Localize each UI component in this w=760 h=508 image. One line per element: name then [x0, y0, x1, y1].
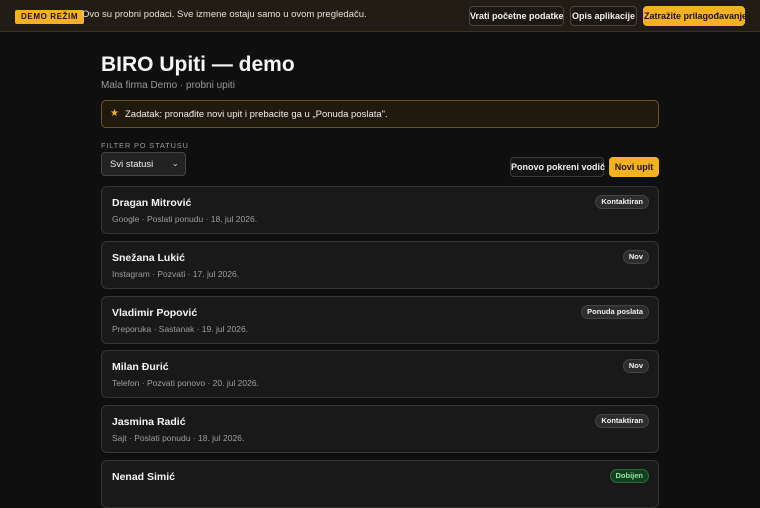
demo-mode-badge: DEMO REŽIM — [15, 10, 85, 24]
filter-label: FILTER PO STATUSU — [101, 141, 189, 150]
about-app-button[interactable]: Opis aplikacije — [570, 6, 637, 26]
star-icon: ★ — [110, 108, 119, 119]
inquiry-name: Nenad Simić — [112, 471, 176, 483]
inquiry-name: Milan Đurić — [112, 361, 169, 373]
status-badge: Kontaktiran — [595, 414, 649, 428]
demo-banner: DEMO REŽIM Ovo su probni podaci. Sve izm… — [0, 0, 760, 32]
new-inquiry-button[interactable]: Novi upit — [609, 157, 659, 177]
request-customization-button[interactable]: Zatražite prilagođavanje — [643, 6, 747, 26]
status-badge: Nov — [622, 359, 649, 373]
status-badge: Ponuda poslata — [581, 305, 649, 319]
task-text: Zadatak: pronađite novi upit i prebacite… — [125, 109, 388, 120]
status-filter-select[interactable]: Svi statusi ⌄ — [101, 152, 186, 176]
status-filter-value: Svi statusi — [110, 159, 154, 170]
inquiry-card[interactable]: Nenad Simić Dobijen — [101, 460, 659, 508]
inquiry-name: Snežana Lukić — [112, 252, 185, 264]
inquiry-card[interactable]: Jasmina Radić Sajt · Poslati ponudu · 18.… — [101, 405, 659, 453]
inquiry-name: Jasmina Radić — [112, 416, 186, 428]
task-callout: ★ Zadatak: pronađite novi upit i prebaci… — [101, 100, 659, 128]
status-badge: Kontaktiran — [595, 195, 649, 209]
inquiry-card[interactable]: Milan Đurić Telefon · Pozvati ponovo · 20… — [101, 350, 659, 398]
page-subtitle: Mala firma Demo · probni upiti — [101, 80, 235, 91]
page-title: BIRO Upiti — demo — [101, 53, 295, 76]
inquiry-name: Dragan Mitrović — [112, 197, 192, 209]
inquiry-card[interactable]: Vladimir Popović Preporuka · Sastanak · 1… — [101, 296, 659, 344]
chevron-down-icon: ⌄ — [171, 158, 179, 168]
inquiry-meta: Telefon · Pozvati ponovo · 20. jul 2026. — [112, 378, 259, 388]
inquiry-card[interactable]: Snežana Lukić Instagram · Pozvati · 17. j… — [101, 241, 659, 289]
status-badge: Dobijen — [609, 469, 649, 483]
status-badge: Nov — [622, 250, 649, 264]
inquiry-name: Vladimir Popović — [112, 307, 198, 319]
inquiry-meta: Preporuka · Sastanak · 19. jul 2026. — [112, 324, 249, 334]
inquiry-meta: Instagram · Pozvati · 17. jul 2026. — [112, 269, 240, 279]
inquiry-meta: Sajt · Poslati ponudu · 18. jul 2026. — [112, 433, 245, 443]
restore-data-button[interactable]: Vrati početne podatke — [469, 6, 564, 26]
restart-guide-button[interactable]: Ponovo pokreni vodič — [510, 157, 605, 177]
inquiry-card[interactable]: Dragan Mitrović Google · Poslati ponudu ·… — [101, 186, 659, 234]
demo-message: Ovo su probni podaci. Sve izmene ostaju … — [82, 9, 367, 20]
inquiry-meta: Google · Poslati ponudu · 18. jul 2026. — [112, 214, 258, 224]
